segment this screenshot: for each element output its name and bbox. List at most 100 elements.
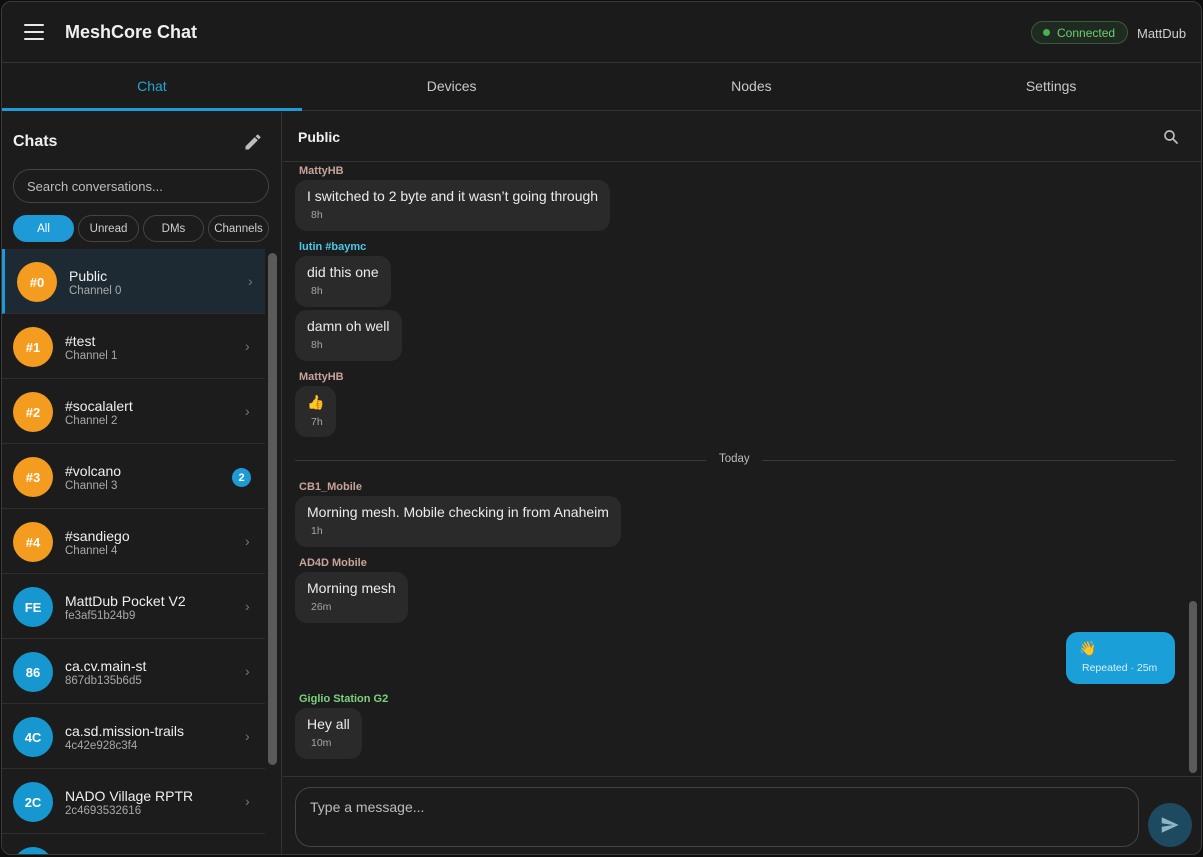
conversation-subtitle: fe3af51b24b9 — [65, 610, 136, 622]
conversation-name: Public — [69, 268, 108, 284]
message-bubble: did this one 8h — [295, 256, 391, 307]
conversation-name: ca.sd.mission-trails — [65, 723, 185, 739]
message-time: 10m — [311, 737, 332, 749]
tab-chat[interactable]: Chat — [2, 63, 302, 111]
tab-settings[interactable]: Settings — [901, 63, 1201, 110]
send-icon — [1161, 817, 1179, 833]
message-sender: lutin #baymc — [299, 241, 367, 253]
conversation-subtitle: 2c4693532616 — [65, 805, 142, 817]
conversation-item-main-st[interactable]: 86 ca.cv.main-st 867db135b6d5 › — [2, 639, 265, 704]
chat-pane: Public MattyHB I switched to 2 byte and … — [283, 112, 1201, 854]
filter-channels-chip[interactable]: Channels — [208, 215, 269, 242]
top-bar: MeshCore Chat Connected MattDub — [2, 2, 1201, 63]
conversation-item-volcano[interactable]: #3 #volcano Channel 3 2 — [2, 444, 265, 509]
conversation-subtitle: Channel 2 — [65, 415, 118, 427]
hamburger-menu-icon[interactable] — [24, 24, 44, 40]
send-button[interactable] — [1148, 803, 1192, 847]
filter-dms-chip[interactable]: DMs — [143, 215, 204, 242]
conversation-subtitle: Channel 4 — [65, 545, 118, 557]
message-sender: CB1_Mobile — [299, 481, 362, 493]
app-title: MeshCore Chat — [65, 22, 198, 42]
chevron-right-icon: › — [245, 793, 250, 809]
conversation-name: #test — [65, 333, 96, 349]
message-sender: AD4D Mobile — [299, 557, 367, 569]
conversation-subtitle: 867db135b6d5 — [65, 675, 142, 687]
avatar: 2C — [13, 782, 53, 822]
divider-line — [295, 460, 706, 461]
conversation-item-mattdub-pocket[interactable]: FE MattDub Pocket V2 fe3af51b24b9 › — [2, 574, 265, 639]
message-text: I switched to 2 byte and it wasn’t going… — [307, 188, 599, 204]
message-time: Repeated · 25m — [1082, 662, 1158, 674]
message-bubble: Hey all 10m — [295, 708, 362, 759]
search-conversations-input[interactable] — [13, 169, 269, 203]
connection-status-badge: Connected — [1031, 21, 1129, 44]
message-time: 8h — [311, 285, 323, 297]
message-time: 1h — [311, 525, 323, 537]
conversation-subtitle: Channel 1 — [65, 350, 118, 362]
conversation-list: #0 Public Channel 0 › #1 #test Channel 1… — [2, 249, 265, 854]
connection-status-label: Connected — [1057, 25, 1116, 40]
chats-title: Chats — [13, 133, 58, 150]
message-text: Morning mesh. Mobile checking in from An… — [307, 504, 609, 520]
chat-title: Public — [298, 129, 341, 145]
conversation-filters: All Unread DMs Channels — [13, 215, 269, 242]
message-text: did this one — [307, 264, 379, 280]
conversation-name: #socalalert — [65, 398, 133, 414]
message-bubble: Morning mesh. Mobile checking in from An… — [295, 496, 621, 547]
avatar: FE — [13, 587, 53, 627]
message-text: Morning mesh — [307, 580, 396, 596]
conversation-item-sandiego[interactable]: #4 #sandiego Channel 4 › — [2, 509, 265, 574]
conversation-name: NADO Village RPTR — [65, 788, 194, 804]
conversation-name: #sandiego — [65, 528, 130, 544]
filter-all-chip[interactable]: All — [13, 215, 74, 242]
chats-sidebar: Chats All Unread DMs Channels #0 Public … — [2, 112, 282, 854]
unread-count-badge: 2 — [232, 468, 251, 487]
conversation-item-socalalert[interactable]: #2 #socalalert Channel 2 › — [2, 379, 265, 444]
conversation-name: ca.cv.main-st — [65, 658, 147, 674]
search-icon[interactable] — [1162, 128, 1180, 146]
tab-devices[interactable]: Devices — [302, 63, 602, 110]
message-text: Hey all — [307, 716, 350, 732]
app-window: MeshCore Chat Connected MattDub Chat Dev… — [1, 1, 1202, 855]
edit-pencil-icon[interactable] — [243, 132, 263, 152]
conversation-item-nado-village[interactable]: 2C NADO Village RPTR 2c4693532616 › — [2, 769, 265, 834]
message-composer — [283, 776, 1201, 854]
message-time: 8h — [311, 339, 323, 351]
conversation-item-test[interactable]: #1 #test Channel 1 › — [2, 314, 265, 379]
conversation-item-partial[interactable] — [2, 834, 265, 854]
conversation-item-mission-trails[interactable]: 4C ca.sd.mission-trails 4c42e928c3f4 › — [2, 704, 265, 769]
chevron-right-icon: › — [245, 663, 250, 679]
message-bubble: damn oh well 8h — [295, 310, 402, 361]
message-sender: MattyHB — [299, 165, 344, 177]
message-text: 👍 — [307, 394, 325, 410]
message-text: damn oh well — [307, 318, 390, 334]
conversation-name: #volcano — [65, 463, 122, 479]
date-divider-label: Today — [719, 453, 750, 465]
message-bubble: Morning mesh 26m — [295, 572, 408, 623]
main-tabs: Chat Devices Nodes Settings — [2, 63, 1201, 111]
user-name[interactable]: MattDub — [1137, 26, 1186, 41]
message-input[interactable] — [295, 787, 1139, 847]
message-time: 8h — [311, 209, 323, 221]
own-message-bubble: 👋 Repeated · 25m — [1066, 632, 1175, 684]
conversation-subtitle: 4c42e928c3f4 — [65, 740, 138, 752]
divider-line — [762, 460, 1175, 461]
chevron-right-icon: › — [248, 273, 253, 289]
conversation-name: MattDub Pocket V2 — [65, 593, 186, 609]
filter-unread-chip[interactable]: Unread — [78, 215, 139, 242]
date-divider: Today — [295, 453, 1175, 465]
message-bubble: I switched to 2 byte and it wasn’t going… — [295, 180, 611, 231]
avatar: #0 — [17, 262, 57, 302]
conversation-item-public[interactable]: #0 Public Channel 0 › — [2, 249, 265, 314]
chevron-right-icon: › — [245, 533, 250, 549]
sidebar-scrollbar[interactable] — [268, 253, 277, 765]
conversation-subtitle: Channel 3 — [65, 480, 118, 492]
chevron-right-icon: › — [245, 403, 250, 419]
status-dot-icon — [1043, 29, 1050, 36]
chevron-right-icon: › — [245, 338, 250, 354]
avatar: 4C — [13, 717, 53, 757]
chat-header: Public — [283, 112, 1201, 162]
messages-scrollbar[interactable] — [1189, 601, 1197, 773]
tab-nodes[interactable]: Nodes — [602, 63, 902, 110]
message-list: MattyHB I switched to 2 byte and it wasn… — [283, 162, 1188, 776]
